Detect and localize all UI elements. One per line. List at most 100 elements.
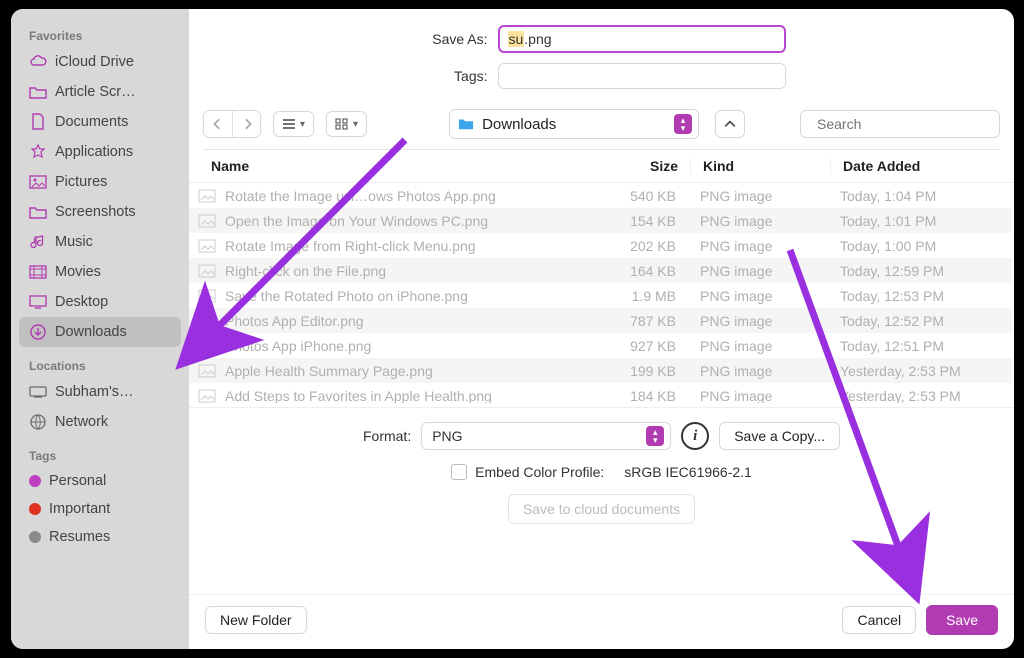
info-button[interactable]: i: [681, 422, 709, 450]
sidebar-tag-resumes[interactable]: Resumes: [11, 523, 189, 551]
format-select[interactable]: PNG: [421, 422, 671, 450]
format-area: Format: PNG i Save a Copy... Embed Color…: [189, 407, 1014, 530]
col-date[interactable]: Date Added: [830, 158, 1000, 174]
path-name: Downloads: [482, 116, 666, 133]
file-icon: [197, 238, 217, 254]
sidebar-icon: [29, 113, 47, 131]
save-copy-button[interactable]: Save a Copy...: [719, 422, 840, 450]
file-name: Open the Image on Your Windows PC.png: [225, 213, 588, 229]
list-view-button[interactable]: ▾: [273, 111, 314, 137]
search-input[interactable]: [817, 116, 998, 132]
back-button[interactable]: [204, 111, 232, 137]
embed-profile: sRGB IEC61966-2.1: [624, 464, 752, 480]
sidebar-icon: [29, 233, 47, 251]
sidebar-item-article-scr-[interactable]: Article Scr…: [11, 77, 189, 107]
file-row[interactable]: Open the Image on Your Windows PC.png 15…: [189, 208, 1012, 233]
col-name[interactable]: Name: [211, 158, 590, 174]
save-to-cloud-button[interactable]: Save to cloud documents: [508, 494, 695, 524]
bottom-bar: New Folder Cancel Save: [189, 594, 1014, 649]
sidebar-item-pictures[interactable]: Pictures: [11, 167, 189, 197]
sidebar-icon: [29, 83, 47, 101]
sidebar-item-documents[interactable]: Documents: [11, 107, 189, 137]
sidebar-item-label: Applications: [55, 144, 133, 160]
file-kind: PNG image: [688, 213, 828, 229]
file-size: 787 KB: [588, 313, 688, 329]
sidebar-item-movies[interactable]: Movies: [11, 257, 189, 287]
file-row[interactable]: Rotate the Image usi…ows Photos App.png …: [189, 183, 1012, 208]
sidebar-item-music[interactable]: Music: [11, 227, 189, 257]
sidebar-item-label: Music: [55, 234, 93, 250]
file-icon: [197, 388, 217, 404]
new-folder-button[interactable]: New Folder: [205, 606, 307, 634]
file-size: 202 KB: [588, 238, 688, 254]
format-value: PNG: [432, 428, 638, 444]
file-icon: [197, 338, 217, 354]
col-kind[interactable]: Kind: [690, 158, 830, 174]
sidebar-item-applications[interactable]: Applications: [11, 137, 189, 167]
folder-icon: [458, 116, 474, 132]
list-header: Name Size Kind Date Added: [189, 150, 1014, 183]
cancel-button[interactable]: Cancel: [842, 606, 916, 634]
sidebar-item-screenshots[interactable]: Screenshots: [11, 197, 189, 227]
updown-icon: [674, 114, 692, 134]
file-date: Yesterday, 2:53 PM: [828, 363, 998, 379]
collapse-button[interactable]: [715, 110, 745, 138]
checkbox-icon[interactable]: [451, 464, 467, 480]
file-row[interactable]: Apple Health Summary Page.png 199 KB PNG…: [189, 358, 1012, 383]
main-panel: Save As: su.png Tags: ▾: [189, 9, 1014, 649]
sidebar-item-label: iCloud Drive: [55, 54, 134, 70]
sidebar-tag-important[interactable]: Important: [11, 495, 189, 523]
path-dropdown[interactable]: Downloads: [449, 109, 699, 139]
file-kind: PNG image: [688, 388, 828, 404]
file-icon: [197, 363, 217, 379]
search-box[interactable]: [800, 110, 1000, 138]
sidebar-item-subham-s-[interactable]: Subham's…: [11, 377, 189, 407]
file-icon: [197, 188, 217, 204]
file-size: 199 KB: [588, 363, 688, 379]
file-name: Rotate the Image usi…ows Photos App.png: [225, 188, 588, 204]
file-row[interactable]: Right-click on the File.png 164 KB PNG i…: [189, 258, 1012, 283]
file-name: Save the Rotated Photo on iPhone.png: [225, 288, 588, 304]
file-size: 1.9 MB: [588, 288, 688, 304]
filename-suffix: .png: [524, 31, 551, 47]
tags-label: Tags:: [418, 68, 488, 84]
file-kind: PNG image: [688, 263, 828, 279]
sidebar-icon: [29, 413, 47, 431]
file-size: 184 KB: [588, 388, 688, 404]
filename-input[interactable]: su.png: [498, 25, 786, 53]
file-size: 540 KB: [588, 188, 688, 204]
updown-icon: [646, 426, 664, 446]
sidebar-item-network[interactable]: Network: [11, 407, 189, 437]
file-icon: [197, 288, 217, 304]
file-kind: PNG image: [688, 288, 828, 304]
icon-view-button[interactable]: ▾: [326, 111, 367, 137]
col-size[interactable]: Size: [590, 158, 690, 174]
file-name: Rotate Image from Right-click Menu.png: [225, 238, 588, 254]
sidebar-icon: [29, 173, 47, 191]
tag-dot-icon: [29, 531, 41, 543]
file-row[interactable]: Photos App iPhone.png 927 KB PNG image T…: [189, 333, 1012, 358]
save-button[interactable]: Save: [926, 605, 998, 635]
sidebar-item-desktop[interactable]: Desktop: [11, 287, 189, 317]
sidebar-section-locations: Locations: [11, 347, 189, 377]
forward-button[interactable]: [232, 111, 260, 137]
top-fields: Save As: su.png Tags:: [189, 9, 1014, 103]
file-row[interactable]: Rotate Image from Right-click Menu.png 2…: [189, 233, 1012, 258]
sidebar-item-label: Important: [49, 501, 110, 517]
file-kind: PNG image: [688, 338, 828, 354]
embed-label: Embed Color Profile:: [475, 464, 604, 480]
file-icon: [197, 213, 217, 229]
sidebar-icon: [29, 323, 47, 341]
sidebar-section-tags: Tags: [11, 437, 189, 467]
tags-input[interactable]: [498, 63, 786, 89]
sidebar-tag-personal[interactable]: Personal: [11, 467, 189, 495]
file-row[interactable]: Photos App Editor.png 787 KB PNG image T…: [189, 308, 1012, 333]
file-date: Yesterday, 2:53 PM: [828, 388, 998, 404]
tag-dot-icon: [29, 503, 41, 515]
file-date: Today, 12:59 PM: [828, 263, 998, 279]
file-row[interactable]: Save the Rotated Photo on iPhone.png 1.9…: [189, 283, 1012, 308]
sidebar-item-icloud-drive[interactable]: iCloud Drive: [11, 47, 189, 77]
embed-profile-row[interactable]: Embed Color Profile: sRGB IEC61966-2.1: [451, 464, 752, 480]
sidebar-item-downloads[interactable]: Downloads: [19, 317, 181, 347]
file-row[interactable]: Add Steps to Favorites in Apple Health.p…: [189, 383, 1012, 403]
